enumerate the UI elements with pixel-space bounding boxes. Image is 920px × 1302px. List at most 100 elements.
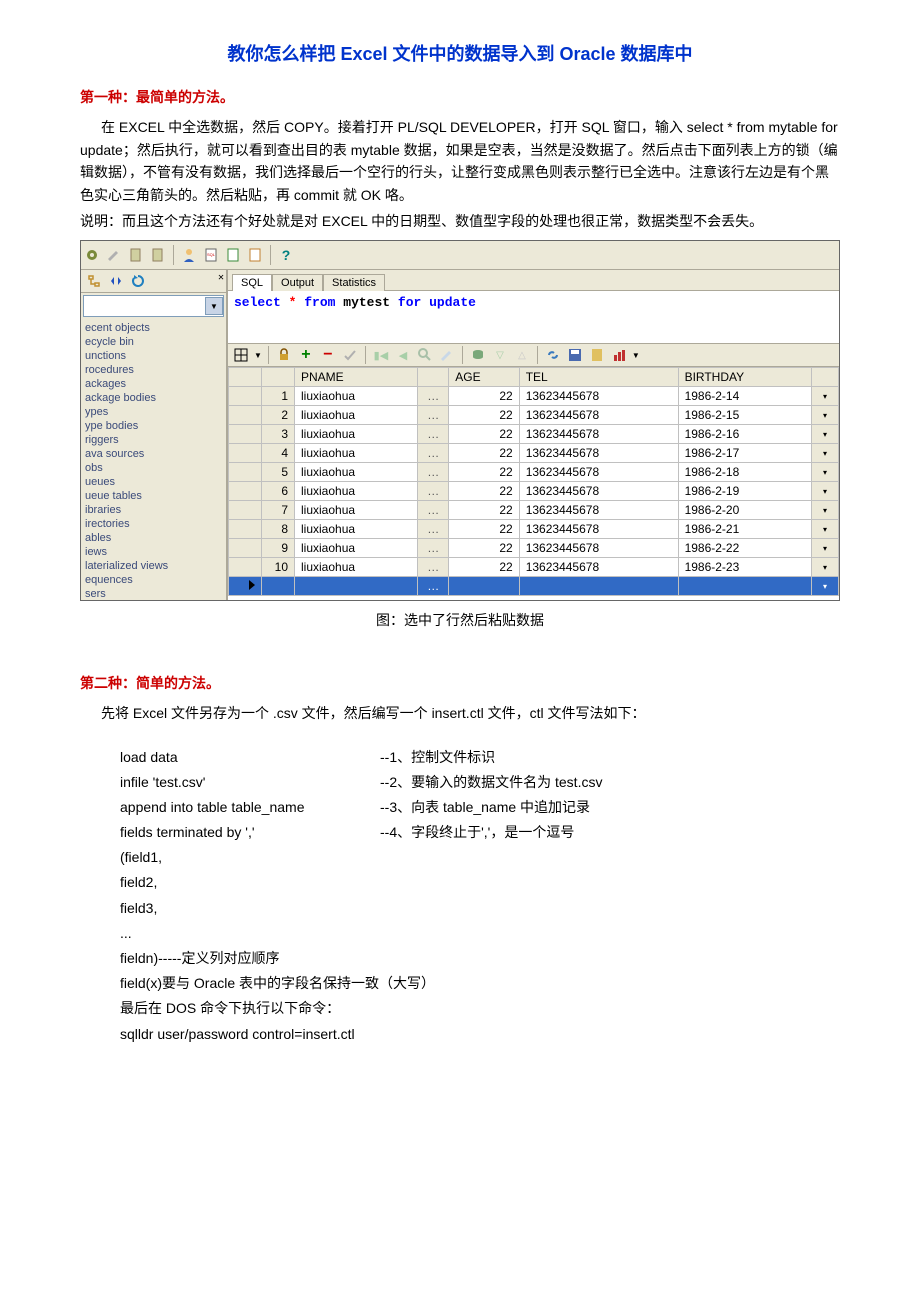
tree-item[interactable]: obs [85,461,222,475]
cell-age[interactable]: 22 [449,444,519,463]
object-tree[interactable]: ecent objectsecycle binunctionsrocedures… [81,319,226,600]
cell-ellipsis[interactable]: … [418,463,449,482]
cell-pname[interactable]: liuxiaohua [295,406,418,425]
cell-ellipsis[interactable]: … [418,539,449,558]
cell-age[interactable]: 22 [449,406,519,425]
tree-item[interactable]: ibraries [85,503,222,517]
row-selector[interactable] [229,463,262,482]
cell-birthday[interactable]: 1986-2-21 [678,520,811,539]
cell-age[interactable]: 22 [449,463,519,482]
tree-item[interactable]: sers [85,587,222,600]
script-icon-1[interactable] [224,246,242,264]
save-icon[interactable] [566,346,584,364]
cell-tel[interactable]: 13623445678 [519,539,678,558]
cell-ellipsis[interactable]: … [418,406,449,425]
col-birthday[interactable]: BIRTHDAY [678,368,811,387]
grid-mode-icon[interactable] [232,346,250,364]
cell-pname[interactable]: liuxiaohua [295,387,418,406]
data-grid[interactable]: PNAME AGE TEL BIRTHDAY 1liuxiaohua…22136… [228,367,839,600]
cell-birthday[interactable]: 1986-2-16 [678,425,811,444]
cell-tel[interactable] [519,577,678,596]
row-selector[interactable] [229,539,262,558]
cell-age[interactable]: 22 [449,501,519,520]
cell-tel[interactable]: 13623445678 [519,501,678,520]
cell-birthday[interactable]: 1986-2-15 [678,406,811,425]
cell-ellipsis[interactable]: … [418,558,449,577]
cell-tel[interactable]: 13623445678 [519,444,678,463]
cell-pname[interactable]: liuxiaohua [295,444,418,463]
tree-item[interactable]: iews [85,545,222,559]
cell-date-picker-icon[interactable]: ▾ [812,558,839,577]
tree-item[interactable]: ueues [85,475,222,489]
row-selector[interactable] [229,482,262,501]
pencil-icon[interactable] [105,246,123,264]
col-age[interactable]: AGE [449,368,519,387]
col-tel[interactable]: TEL [519,368,678,387]
lock-icon[interactable] [275,346,293,364]
gear-icon[interactable] [83,246,101,264]
table-row[interactable]: 10liuxiaohua…22136234456781986-2-23▾ [229,558,839,577]
tree-item[interactable]: ecent objects [85,321,222,335]
wand-icon[interactable] [438,346,456,364]
tree-item[interactable]: ackages [85,377,222,391]
help-icon[interactable]: ? [277,246,295,264]
tree-item[interactable]: ecycle bin [85,335,222,349]
table-row[interactable]: 5liuxiaohua…22136234456781986-2-18▾ [229,463,839,482]
cell-date-picker-icon[interactable]: ▾ [812,520,839,539]
cell-birthday[interactable]: 1986-2-22 [678,539,811,558]
cell-ellipsis[interactable]: … [418,444,449,463]
cell-tel[interactable]: 13623445678 [519,520,678,539]
cell-date-picker-icon[interactable]: ▾ [812,444,839,463]
table-row[interactable]: 8liuxiaohua…22136234456781986-2-21▾ [229,520,839,539]
tab-output[interactable]: Output [272,274,323,291]
tree-item[interactable]: ype bodies [85,419,222,433]
cell-pname[interactable] [295,577,418,596]
tree-item[interactable]: rocedures [85,363,222,377]
row-selector[interactable] [229,425,262,444]
cell-age[interactable] [449,577,519,596]
cell-ellipsis[interactable]: … [418,482,449,501]
commit-icon[interactable] [341,346,359,364]
schema-dropdown[interactable]: ▼ [83,295,224,317]
row-selector[interactable] [229,577,262,596]
table-row[interactable]: 9liuxiaohua…22136234456781986-2-22▾ [229,539,839,558]
cell-birthday[interactable] [678,577,811,596]
script-icon-2[interactable] [246,246,264,264]
fetch-icon[interactable] [469,346,487,364]
link-icon[interactable] [544,346,562,364]
table-row[interactable]: 6liuxiaohua…22136234456781986-2-19▾ [229,482,839,501]
cell-pname[interactable]: liuxiaohua [295,463,418,482]
user-icon[interactable] [180,246,198,264]
tree-icon[interactable] [85,272,103,290]
tree-item[interactable]: riggers [85,433,222,447]
doc-icon-2[interactable] [149,246,167,264]
cell-tel[interactable]: 13623445678 [519,406,678,425]
cell-pname[interactable]: liuxiaohua [295,501,418,520]
expand-down-icon[interactable]: ▽ [491,346,509,364]
tree-item[interactable]: ava sources [85,447,222,461]
cell-pname[interactable]: liuxiaohua [295,558,418,577]
cell-date-picker-icon[interactable]: ▾ [812,425,839,444]
refresh-icon[interactable] [129,272,147,290]
cell-pname[interactable]: liuxiaohua [295,425,418,444]
tree-item[interactable]: unctions [85,349,222,363]
chart-icon[interactable] [610,346,628,364]
tree-item[interactable]: ypes [85,405,222,419]
first-page-icon[interactable]: ▮◀ [372,346,390,364]
row-selector[interactable] [229,406,262,425]
table-row[interactable]: 7liuxiaohua…22136234456781986-2-20▾ [229,501,839,520]
table-row[interactable]: 2liuxiaohua…22136234456781986-2-15▾ [229,406,839,425]
tree-item[interactable]: ables [85,531,222,545]
add-row-icon[interactable]: + [297,346,315,364]
sql-file-icon[interactable]: SQL [202,246,220,264]
cell-age[interactable]: 22 [449,558,519,577]
table-row[interactable]: 1liuxiaohua…22136234456781986-2-14▾ [229,387,839,406]
cell-date-picker-icon[interactable]: ▾ [812,482,839,501]
sidebar-close-icon[interactable]: ✕ [218,272,224,283]
cell-ellipsis[interactable]: … [418,577,449,596]
cell-ellipsis[interactable]: … [418,425,449,444]
dropdown-arrow-icon[interactable]: ▼ [254,351,262,360]
row-selector[interactable] [229,520,262,539]
chart-dropdown-icon[interactable]: ▼ [632,351,640,360]
tab-sql[interactable]: SQL [232,274,272,291]
